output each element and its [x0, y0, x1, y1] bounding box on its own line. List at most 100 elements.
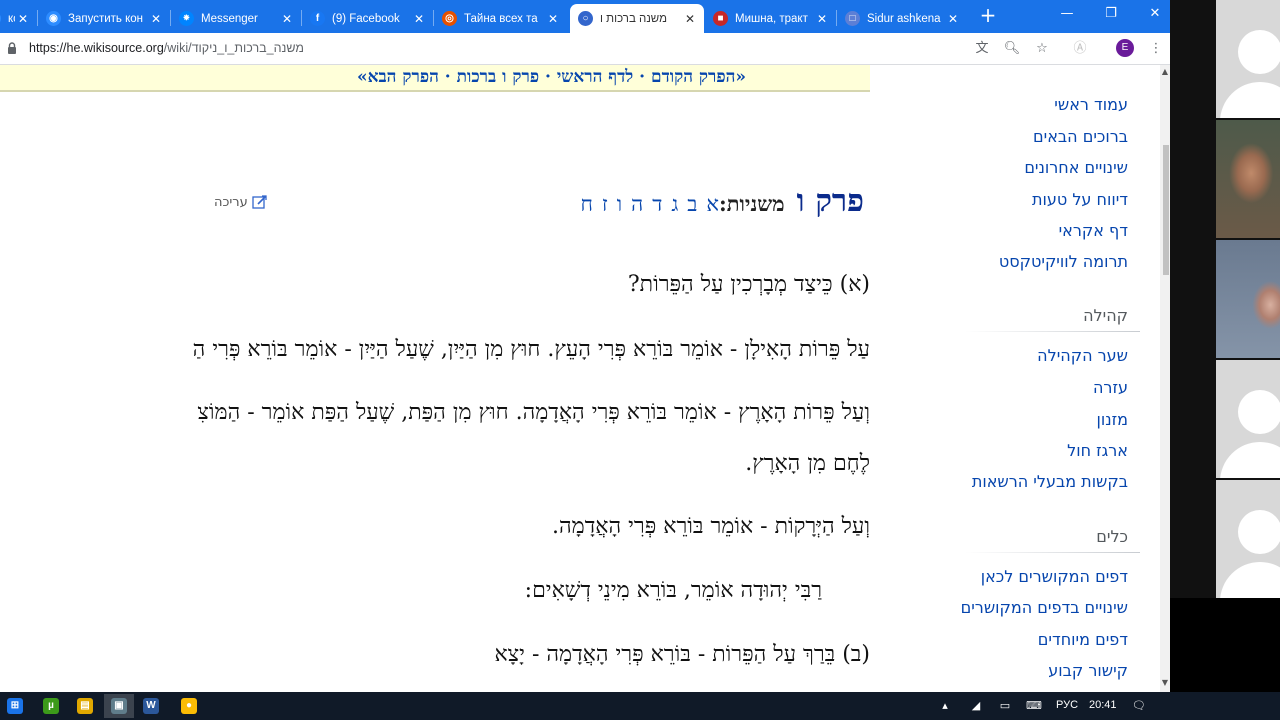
browser-tab[interactable]: f (9) Facebook ✕ [302, 4, 433, 33]
tray-expand-icon[interactable]: ▴ [937, 698, 953, 714]
maximize-button[interactable]: ❐ [1096, 4, 1126, 24]
scroll-up-arrow-icon[interactable]: ▲ [1160, 67, 1170, 77]
browser-tab[interactable]: ◉ Запустить кон ✕ [38, 4, 170, 33]
tab-title: Мишна, тракт [735, 12, 808, 25]
mishna-link[interactable]: ג [671, 192, 678, 216]
browser-tab[interactable]: ■ Мишна, тракт ✕ [705, 4, 836, 33]
account-icon[interactable]: Ⓐ [1071, 40, 1089, 58]
tab-close-icon[interactable]: ✕ [545, 12, 561, 26]
sidebar-nav-link[interactable]: דיווח על טעות [1032, 190, 1128, 209]
mishna-link[interactable]: ב [687, 192, 697, 216]
sidebar-tools-link[interactable]: דפים המקושרים לכאן [981, 567, 1128, 586]
participant-tile[interactable] [1216, 0, 1280, 118]
file-explorer-app[interactable]: ▤ [70, 694, 100, 718]
word-app[interactable]: W [136, 694, 166, 718]
sidebar-nav-link[interactable]: דף אקראי [1059, 221, 1128, 240]
user-silhouette-body [1220, 562, 1280, 598]
browser-tab[interactable]: ◎ Тайна всех та ✕ [434, 4, 567, 33]
taskbar: ▴ ◢ ▭ ⌨ РУС 20:41 🗨︎ ⊞ µ ▤ ▣ W ● [0, 692, 1280, 720]
sidebar-divider [965, 331, 1140, 332]
mishna-link[interactable]: ח [580, 192, 592, 216]
scroll-down-arrow-icon[interactable]: ▼ [1160, 678, 1170, 688]
tab-close-icon[interactable]: ✕ [279, 12, 295, 26]
profile-avatar[interactable]: E [1116, 39, 1134, 57]
tab-close-icon[interactable]: ✕ [682, 12, 698, 26]
sidebar-community-link[interactable]: מזנון [1096, 410, 1128, 429]
browser-tab[interactable]: ◉ кс✕ [0, 4, 37, 33]
blank-page-icon: □ [845, 11, 860, 26]
tab-close-icon[interactable]: ✕ [148, 12, 164, 26]
window-app[interactable]: ▣ [104, 694, 134, 718]
sidebar-nav-link[interactable]: ברוכים הבאים [1033, 127, 1128, 146]
participant-video[interactable] [1216, 240, 1280, 358]
mishna-link[interactable]: א [706, 192, 719, 216]
sidebar-community-link[interactable]: ארגז חול [1067, 441, 1128, 460]
mishna-link[interactable]: ז [602, 192, 608, 216]
web-page: «הפרק הקודם · לדף הראשי · פרק ו ברכות · … [0, 65, 1170, 692]
chapter-heading: פרק ו משניות: אבגדהוזח [571, 183, 864, 219]
participant-video-feed [1216, 240, 1280, 358]
browser-tab[interactable]: ○ משנה ברכות ו ✕ [570, 4, 704, 33]
browser-window: ◉кс✕◉Запустить кон✕⁕Messenger✕f(9) Faceb… [0, 0, 1170, 692]
mishna-paragraph: וְעַל פֵּרוֹת הָאָרֶץ - אוֹמֵר בּוֹרֵא פ… [197, 400, 870, 425]
tab-separator [170, 10, 171, 26]
url-path: /wiki/משנה_ברכות_ו_ניקוד [163, 41, 304, 55]
mishna-paragraph: לֶחֶם מִן הָאָרֶץ. [745, 451, 870, 476]
clock[interactable]: 20:41 [1089, 699, 1117, 711]
chapter-nav-links[interactable]: «הפרק הקודם · לדף הראשי · פרק ו ברכות · … [357, 67, 746, 87]
keyboard-icon[interactable]: ⌨ [1026, 698, 1042, 714]
mishna-link[interactable]: ה [631, 192, 643, 216]
sidebar-community-link[interactable]: עזרה [1093, 378, 1128, 397]
mishna-link[interactable]: ד [652, 192, 662, 216]
new-tab-button[interactable]: + [979, 5, 997, 25]
battery-icon[interactable]: ▭ [997, 698, 1013, 714]
tab-title: Тайна всех та [464, 12, 538, 25]
mishna-paragraph: וְעַל הַיְּרָקוֹת - אוֹמֵר בּוֹרֵא פְּרִ… [552, 514, 870, 539]
mishna-link[interactable]: ו [617, 192, 622, 216]
tab-close-icon[interactable]: ✕ [411, 12, 427, 26]
sidebar-tools-link[interactable]: דפים מיוחדים [1038, 630, 1128, 649]
sidebar-community-link[interactable]: שער הקהילה [1037, 346, 1128, 365]
minimize-button[interactable]: — [1052, 4, 1082, 24]
zoom-lens-icon[interactable]: 🔍︎ [1003, 40, 1021, 58]
participant-tile[interactable] [1216, 480, 1280, 598]
browser-tab[interactable]: □ Sidur ashkena ✕ [837, 4, 967, 33]
sidebar-nav-link[interactable]: עמוד ראשי [1054, 95, 1128, 114]
sidebar-tools-link[interactable]: שינויים בדפים המקושרים [961, 598, 1128, 617]
tab-close-icon[interactable]: ✕ [814, 12, 830, 26]
notifications-icon[interactable]: 🗨︎ [1131, 698, 1147, 714]
url-text[interactable]: https://he.wikisource.org/wiki/משנה_ברכו… [29, 41, 304, 55]
edit-icon [252, 195, 267, 209]
sidebar-tools-link[interactable]: קישור קבוע [1048, 661, 1128, 680]
scroll-thumb[interactable] [1163, 145, 1169, 275]
tab-close-icon[interactable]: ✕ [15, 12, 31, 26]
sidebar: עמוד ראשי ברוכים הבאים שינויים אחרונים דיוו… [895, 65, 1170, 692]
language-indicator[interactable]: РУС [1056, 699, 1078, 711]
sidebar-community-link[interactable]: בקשות מבעלי הרשאות [972, 472, 1128, 491]
address-bar[interactable]: https://he.wikisource.org/wiki/משנה_ברכו… [0, 33, 1170, 65]
menu-dots-icon[interactable]: ⋮ [1147, 40, 1165, 58]
chrome-app[interactable]: ● [174, 694, 204, 718]
tab-separator [433, 10, 434, 26]
tab-separator [301, 10, 302, 26]
participant-video[interactable] [1216, 120, 1280, 238]
sidebar-nav-link[interactable]: שינויים אחרונים [1024, 158, 1128, 177]
sidebar-heading-community: קהילה [1083, 306, 1128, 325]
wifi-icon[interactable]: ◢ [968, 698, 984, 714]
start-button[interactable]: ⊞ [0, 694, 30, 718]
participant-tile[interactable] [1216, 360, 1280, 478]
video-panel-empty [1170, 598, 1280, 692]
sidebar-nav-link[interactable]: תרומה לוויקיטקסט [999, 252, 1128, 271]
bookmark-star-icon[interactable]: ☆ [1033, 40, 1051, 58]
close-window-button[interactable]: ✕ [1140, 4, 1170, 24]
participant-video-feed [1216, 120, 1280, 238]
user-silhouette-body [1220, 442, 1280, 478]
word-app-icon: W [143, 698, 159, 714]
translate-icon[interactable]: 文 [973, 40, 991, 58]
tab-title: Messenger [201, 12, 258, 25]
edit-link[interactable]: עריכה [214, 194, 268, 210]
utorrent-app[interactable]: µ [36, 694, 66, 718]
browser-tab[interactable]: ⁕ Messenger ✕ [171, 4, 301, 33]
tab-close-icon[interactable]: ✕ [945, 12, 961, 26]
edit-label: עריכה [214, 194, 248, 210]
